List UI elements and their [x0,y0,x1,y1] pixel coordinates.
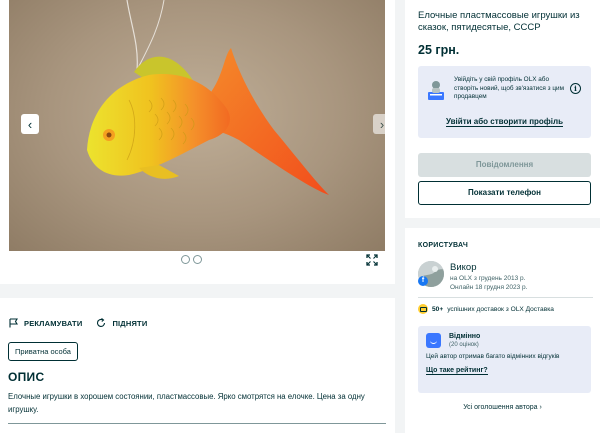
description-card: РЕКЛАМУВАТИ ПІДНЯТИ Приватна особа ОПИС … [0,298,395,433]
user-member-since: на OLX з грудень 2013 р. [450,275,526,282]
rating-info-link[interactable]: Що таке рейтинг? [426,367,488,375]
facebook-icon: f [418,276,428,286]
message-button[interactable]: Повідомлення [418,153,591,177]
smile-icon [426,333,441,348]
photo-dot[interactable] [181,255,190,264]
photo-pagination [181,255,202,264]
ad-actions: РЕКЛАМУВАТИ ПІДНЯТИ [9,318,147,328]
divider [8,423,386,424]
delivery-count: 50+ [432,305,444,313]
ad-summary-card: Елочные пластмассовые игрушки из сказок,… [405,0,600,218]
previous-photo-button[interactable]: ‹ [21,114,39,134]
delivery-box-icon [418,304,428,314]
raise-button[interactable]: ПІДНЯТИ [96,318,147,328]
raise-label: ПІДНЯТИ [112,318,148,328]
login-prompt-text: Увійдіть у свій профіль OLX або створіть… [454,76,564,100]
all-ads-label: Усі оголошення автора [463,404,538,411]
photo-dot[interactable] [193,255,202,264]
description-text: Елочные игрушки в хорошем состоянии, пла… [8,392,365,414]
rating-description: Цей автор отримав багато відмінних відгу… [426,353,560,360]
all-author-ads-link[interactable]: Усі оголошення автора › [405,404,600,411]
next-photo-button[interactable]: › [373,114,385,134]
rating-label: Відмінно [449,333,481,340]
divider [418,297,593,298]
refresh-icon [97,318,106,327]
rating-box: Відмінно (20 оцінок) Цей автор отримав б… [418,326,591,393]
delivery-stats: 50+ успішних доставок з OLX Доставка [418,304,554,314]
login-link[interactable]: Увійти або створити профіль [418,117,591,127]
description-heading: ОПИС [8,370,45,384]
login-prompt-box: Увійдіть у свій профіль OLX або створіть… [418,66,591,138]
ad-title: Елочные пластмассовые игрушки из сказок,… [418,10,580,33]
user-name[interactable]: Викор [450,262,476,273]
login-link-label: Увійти або створити профіль [445,117,564,127]
rating-count: (20 оцінок) [449,342,479,348]
flag-icon [9,318,18,328]
info-icon[interactable]: i [570,83,581,94]
seller-type-badge: Приватна особа [8,342,78,361]
promote-button[interactable]: РЕКЛАМУВАТИ [9,318,82,328]
ad-price: 25 грн. [418,43,460,57]
chevron-right-icon: › [539,404,542,411]
user-heading: КОРИСТУВАЧ [418,242,469,249]
fullscreen-icon[interactable] [366,254,378,266]
user-card: КОРИСТУВАЧ f Викор на OLX з грудень 2013… [405,228,600,433]
fish-toy-image [87,0,329,195]
user-last-online: Онлайн 18 грудня 2023 р. [450,284,528,291]
delivery-text: успішних доставок з OLX Доставка [447,305,554,313]
profile-illustration-icon [428,81,444,100]
chevron-left-icon: ‹ [27,116,33,132]
promote-label: РЕКЛАМУВАТИ [24,318,83,328]
gallery-card: ‹ › [0,0,395,284]
chevron-right-icon: › [379,116,385,132]
show-phone-button[interactable]: Показати телефон [418,181,591,205]
product-photo[interactable]: ‹ › [9,0,385,251]
